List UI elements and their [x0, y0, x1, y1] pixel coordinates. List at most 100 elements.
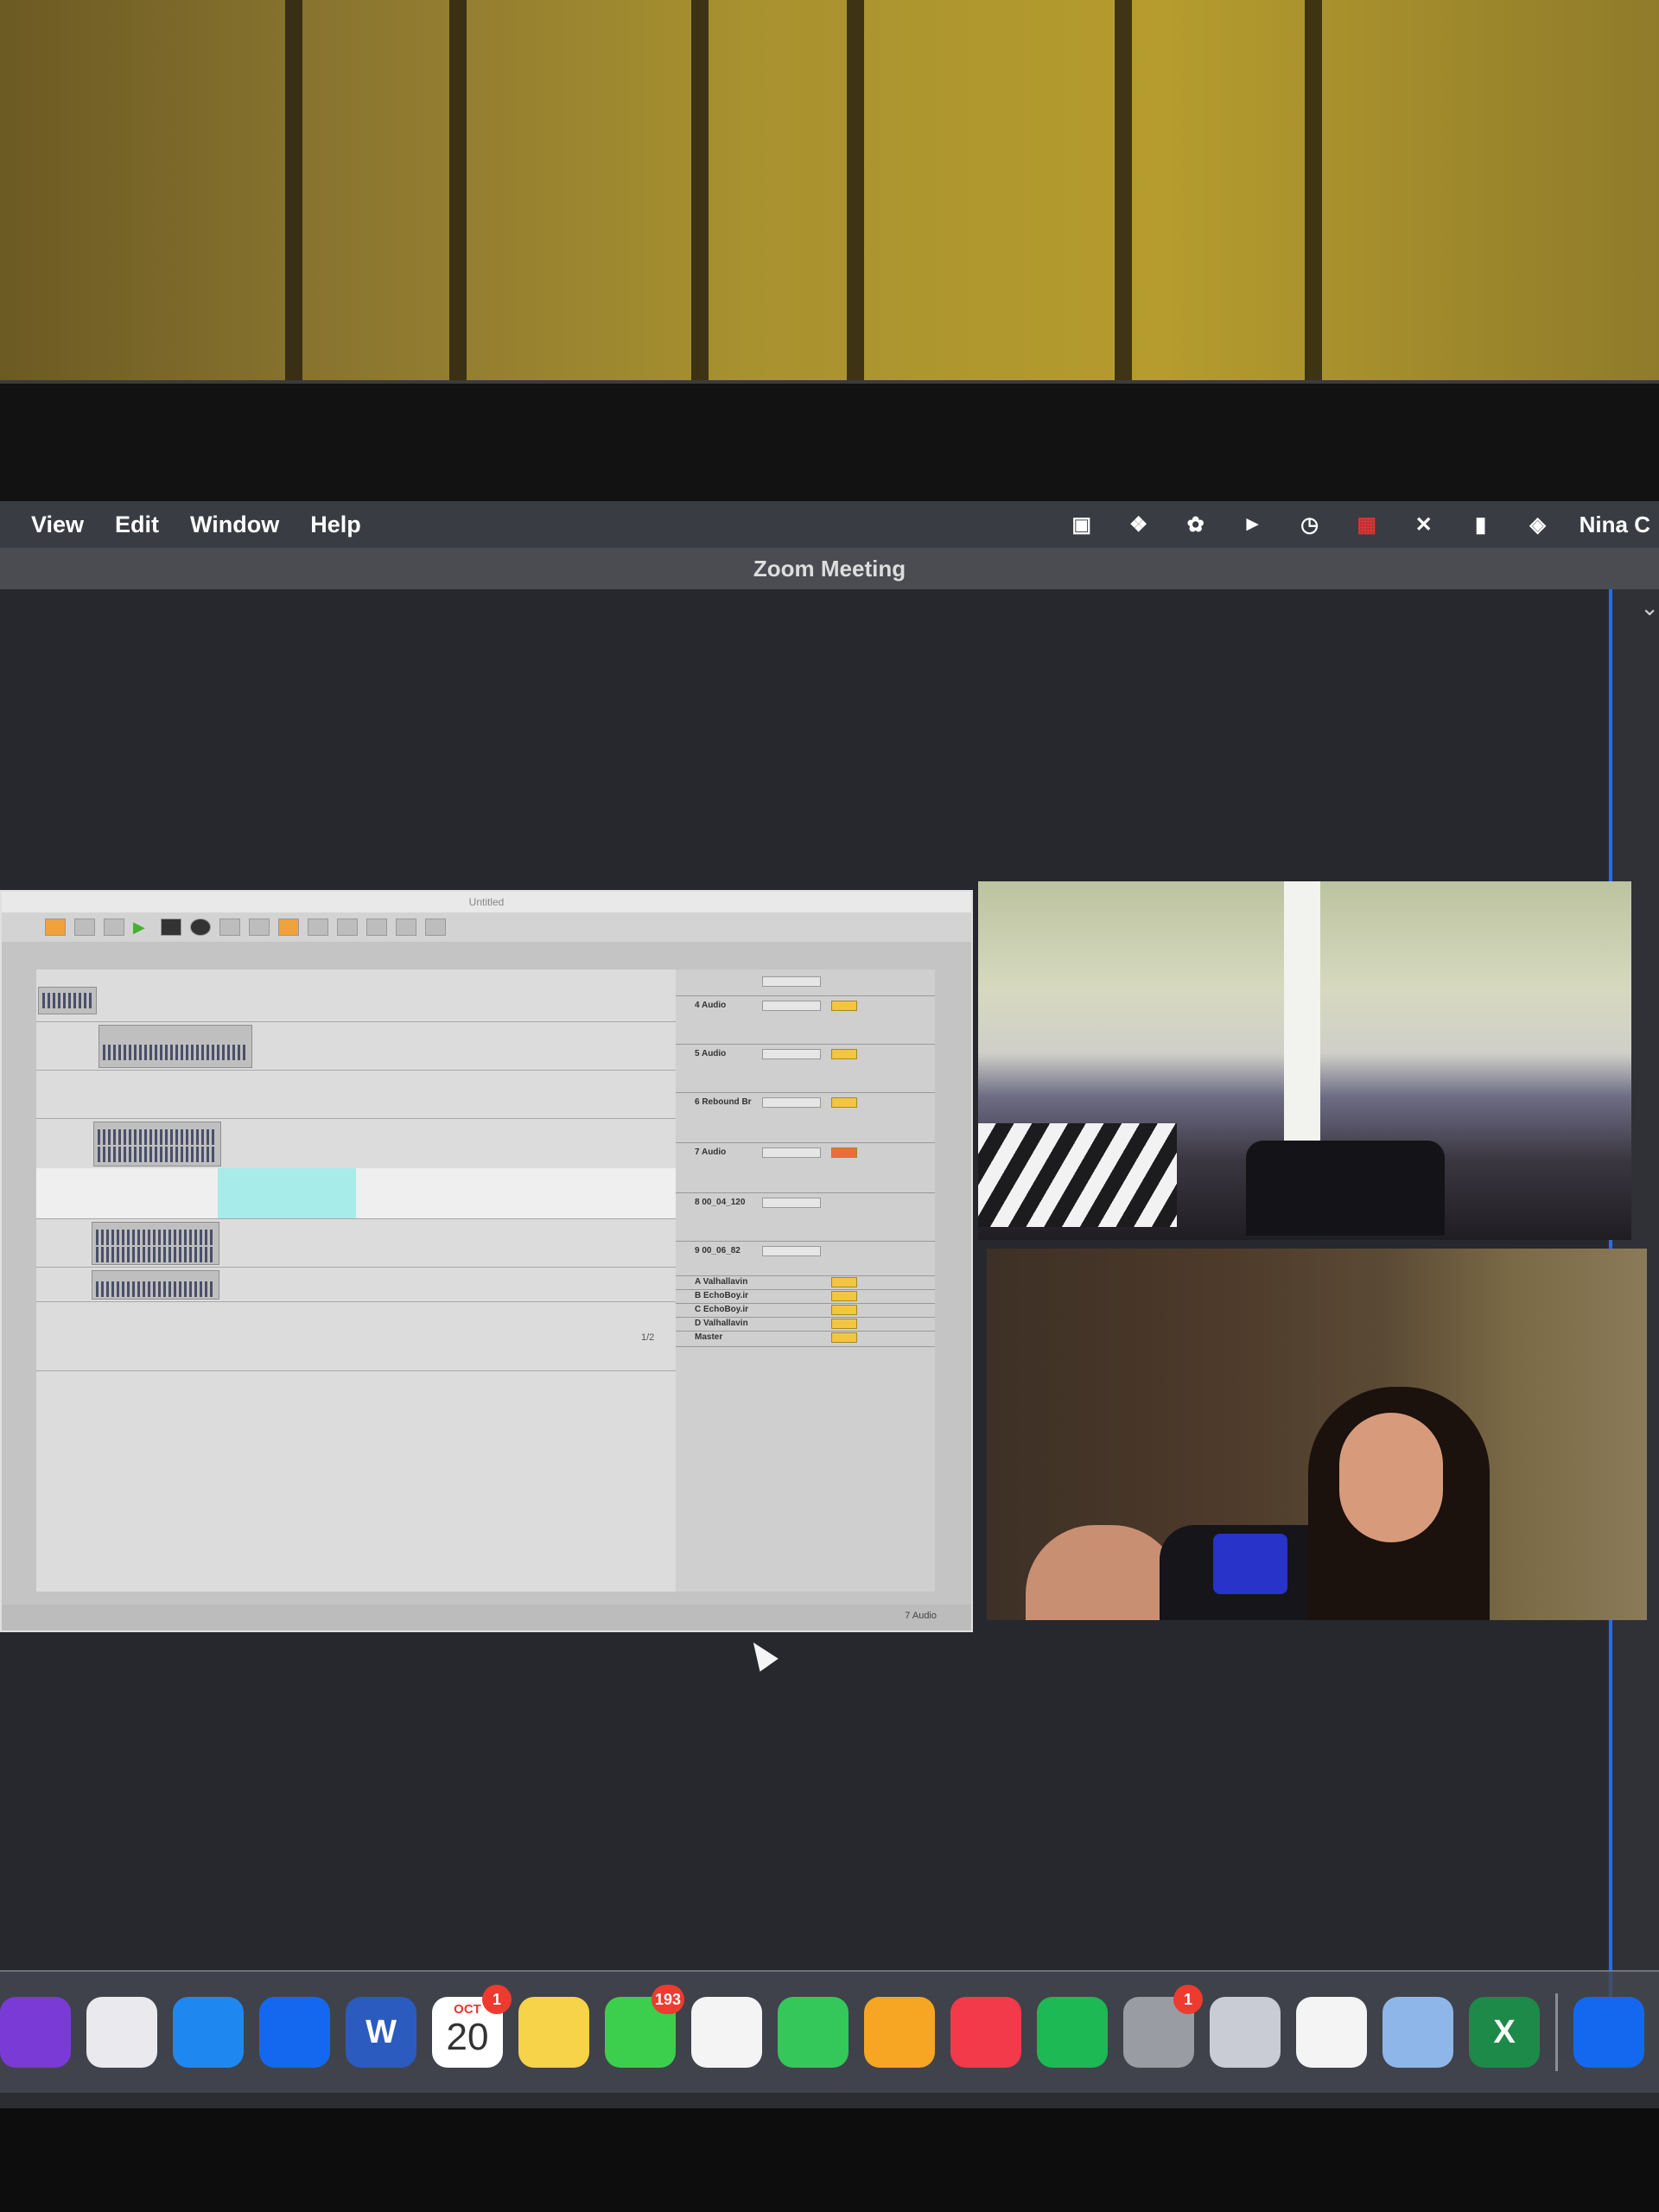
safari-icon[interactable]	[173, 1997, 244, 2068]
track-activator[interactable]	[831, 1097, 857, 1108]
notification-badge: 193	[651, 1985, 684, 2014]
system-preferences-icon[interactable]: 1	[1123, 1985, 1203, 2068]
shared-screen-ableton[interactable]: Untitled ▶ 4 Audio 5 Audio 6 Rebound Br …	[0, 890, 973, 1632]
return-track-row[interactable]: B EchoBoy.ir	[676, 1289, 935, 1304]
audio-clip[interactable]	[92, 1222, 219, 1265]
tempo-field[interactable]	[74, 918, 95, 936]
zoom-icon[interactable]: ▣	[1066, 511, 1097, 538]
track-activator[interactable]	[831, 1277, 857, 1287]
creative-cloud-icon[interactable]: ✿	[1180, 511, 1211, 538]
flag-icon[interactable]: ▦	[1351, 511, 1382, 538]
screen: View Edit Window Help ▣ ❖ ✿ ► ◷ ▦ ✕ ▮ ◈ …	[0, 501, 1659, 2108]
bluetooth-icon[interactable]: ✕	[1408, 511, 1440, 538]
loop-switch[interactable]	[278, 918, 299, 936]
zoom-app-icon[interactable]	[259, 1997, 330, 2068]
chrome-icon[interactable]	[1296, 1997, 1367, 2068]
audio-clip[interactable]	[99, 1025, 252, 1068]
input-type[interactable]	[762, 1097, 821, 1108]
track-name: 8 00_04_120	[695, 1198, 746, 1207]
time-machine-icon[interactable]: ◷	[1294, 511, 1325, 538]
menu-edit[interactable]: Edit	[115, 512, 159, 538]
return-track-row[interactable]: A Valhallavin	[676, 1275, 935, 1290]
dock: W OCT 20 1 193 1 X	[0, 1970, 1659, 2093]
participant-video-room[interactable]	[978, 881, 1631, 1240]
master-row[interactable]: Master	[676, 1331, 935, 1347]
dropbox-icon[interactable]: ❖	[1123, 511, 1154, 538]
menu-window[interactable]: Window	[190, 512, 279, 538]
zoom-dock-icon[interactable]	[1573, 1997, 1644, 2068]
master-track-row[interactable]	[676, 969, 935, 996]
launchpad-icon[interactable]	[86, 1997, 157, 2068]
audio-clip[interactable]	[93, 1122, 221, 1166]
input-type[interactable]	[762, 1049, 821, 1059]
track-activator[interactable]	[831, 1332, 857, 1343]
loop-selection[interactable]	[218, 1168, 356, 1218]
monitor-bottom-bezel	[0, 2108, 1659, 2212]
return-track-row[interactable]: D Valhallavin	[676, 1317, 935, 1332]
midi-map-button[interactable]	[396, 918, 416, 936]
excel-icon[interactable]: X	[1469, 1997, 1540, 2068]
disk-utility-icon[interactable]	[1210, 1997, 1281, 2068]
menu-bar: View Edit Window Help ▣ ❖ ✿ ► ◷ ▦ ✕ ▮ ◈ …	[0, 501, 1659, 548]
participant-video-person[interactable]	[987, 1249, 1647, 1620]
track-row[interactable]: 7 Audio	[676, 1142, 935, 1193]
track-row[interactable]: 9 00_06_82	[676, 1241, 935, 1276]
messages-icon[interactable]: 193	[605, 1985, 684, 2068]
track-activator[interactable]	[831, 1291, 857, 1301]
menu-view[interactable]: View	[31, 512, 84, 538]
track-row[interactable]: 5 Audio	[676, 1044, 935, 1093]
battery-icon[interactable]: ▮	[1465, 511, 1497, 538]
ableton-title: Untitled	[2, 892, 971, 912]
return-track-row[interactable]: C EchoBoy.ir	[676, 1303, 935, 1318]
zoom-window-title: Zoom Meeting	[0, 548, 1659, 589]
play-icon[interactable]: ▶	[133, 919, 152, 935]
leather-chair	[1246, 1141, 1445, 1236]
track-activator[interactable]	[831, 1319, 857, 1329]
menu-help[interactable]: Help	[310, 512, 361, 538]
calendar-day: 20	[446, 2016, 489, 2058]
track-activator[interactable]	[831, 1049, 857, 1059]
record-icon[interactable]	[190, 918, 211, 936]
chevron-down-icon[interactable]: ⌄	[1640, 594, 1659, 621]
arm-button[interactable]	[831, 1147, 857, 1158]
audio-clip[interactable]	[92, 1270, 219, 1300]
calendar-icon[interactable]: OCT 20 1	[432, 1985, 512, 2068]
draw-mode-icon[interactable]	[337, 918, 358, 936]
siri-icon[interactable]	[0, 1997, 71, 2068]
track-row[interactable]: 8 00_04_120	[676, 1192, 935, 1242]
track-name: 4 Audio	[695, 1001, 727, 1010]
room-pillar	[1284, 881, 1320, 1141]
audio-clip[interactable]	[38, 987, 97, 1014]
input-type[interactable]	[762, 1001, 821, 1011]
word-icon[interactable]: W	[346, 1997, 416, 2068]
signature-field[interactable]	[104, 918, 124, 936]
loop-length-field[interactable]	[308, 918, 328, 936]
photos-icon[interactable]	[691, 1997, 762, 2068]
track-activator[interactable]	[831, 1305, 857, 1315]
wifi-icon[interactable]: ◈	[1522, 511, 1554, 538]
key-map-button[interactable]	[366, 918, 387, 936]
track-activator[interactable]	[831, 1001, 857, 1011]
input-type[interactable]	[762, 1147, 821, 1158]
person-arm	[1026, 1525, 1181, 1620]
input-type[interactable]	[762, 1246, 821, 1256]
position-field[interactable]	[219, 918, 240, 936]
stop-icon[interactable]	[161, 918, 181, 936]
pages-icon[interactable]	[864, 1997, 935, 2068]
tap-tempo-button[interactable]	[45, 918, 66, 936]
user-name[interactable]: Nina C	[1580, 512, 1650, 538]
arrangement-view[interactable]	[36, 969, 676, 1592]
track-row[interactable]: 6 Rebound Br	[676, 1092, 935, 1143]
preview-icon[interactable]	[1382, 1997, 1453, 2068]
spotify-icon[interactable]	[1037, 1997, 1108, 2068]
input-type[interactable]	[762, 1198, 821, 1208]
notes-icon[interactable]	[518, 1997, 589, 2068]
facetime-icon[interactable]	[778, 1997, 849, 2068]
notification-badge: 1	[482, 1985, 512, 2014]
play-circle-icon[interactable]: ►	[1237, 511, 1268, 538]
loop-start-field[interactable]	[249, 918, 270, 936]
music-icon[interactable]	[950, 1997, 1021, 2068]
track-lane	[36, 1118, 676, 1169]
master-output[interactable]	[762, 976, 821, 987]
track-row[interactable]: 4 Audio	[676, 995, 935, 1045]
